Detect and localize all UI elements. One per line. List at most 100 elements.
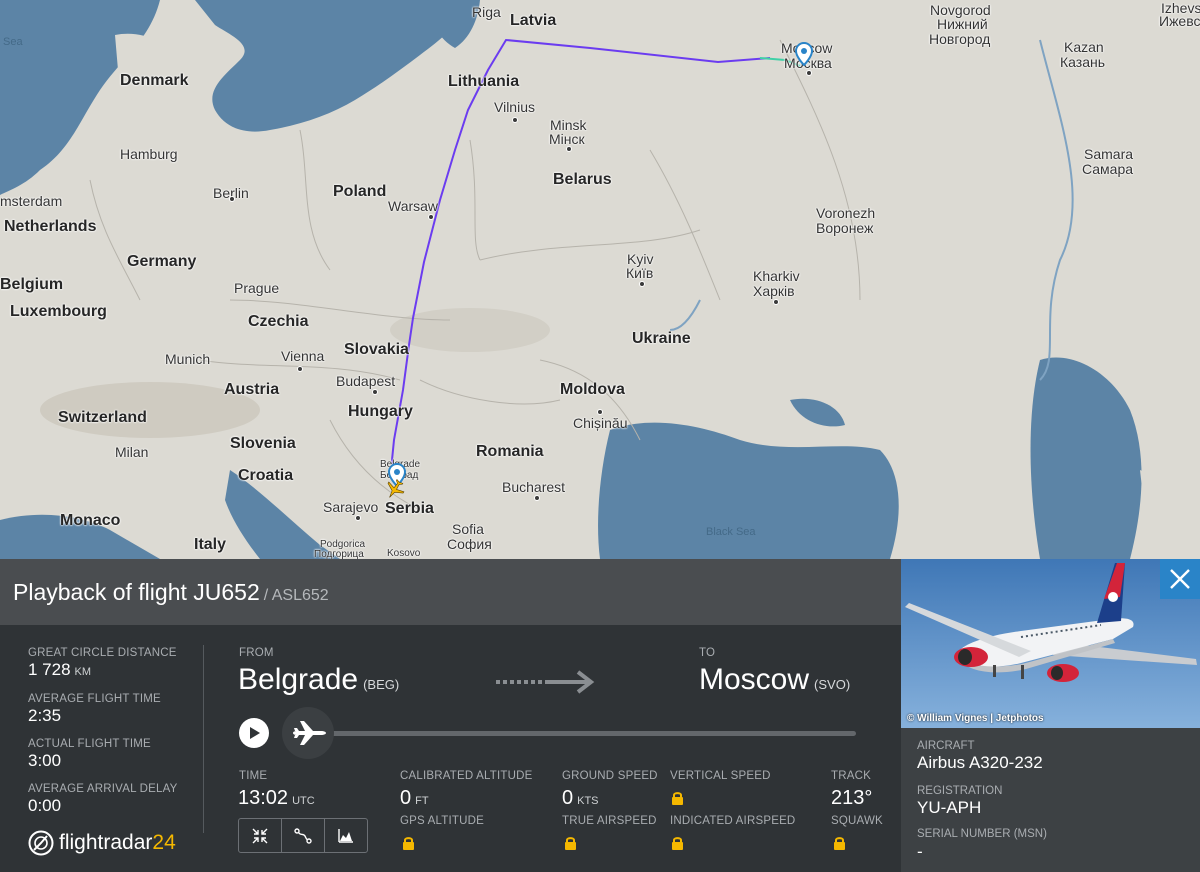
city-dot-minsk xyxy=(566,146,572,152)
avg-flight-time-label: AVERAGE FLIGHT TIME xyxy=(28,693,161,705)
label-croatia: Croatia xyxy=(238,467,294,484)
label-kharkiv-en: Kharkiv xyxy=(753,268,800,284)
label-samara-en: Samara xyxy=(1084,146,1134,162)
label-sofia-en: Sofia xyxy=(452,521,484,537)
label-poland: Poland xyxy=(333,183,387,200)
logo-main-text: flightradar xyxy=(59,831,153,854)
label-vienna: Vienna xyxy=(281,348,325,364)
label-sea: Sea xyxy=(3,36,23,48)
label-kharkiv-ru: Харків xyxy=(753,283,795,299)
route-arrow-icon xyxy=(496,670,595,694)
actual-flight-time-value: 3:00 xyxy=(28,751,62,770)
label-switzerland: Switzerland xyxy=(58,409,147,426)
flightradar24-logo-text: flightradar24 xyxy=(59,831,176,855)
flight-map[interactable]: Latvia Denmark Lithuania Belarus Poland … xyxy=(0,0,1200,559)
from-airport-code: (BEG) xyxy=(363,677,400,692)
aircraft-info-panel: © William Vignes | Jetphotos AIRCRAFT Ai… xyxy=(901,559,1200,872)
city-dot-vilnius xyxy=(512,117,518,123)
vertical-speed-label: VERTICAL SPEED xyxy=(670,770,771,782)
label-voronezh-en: Voronezh xyxy=(816,205,876,221)
arrival-delay-label: AVERAGE ARRIVAL DELAY xyxy=(28,783,178,795)
label-kosovo: Kosovo xyxy=(387,548,421,559)
time-number: 13:02 xyxy=(238,787,289,809)
photo-credit[interactable]: © William Vignes | Jetphotos xyxy=(907,713,1044,724)
calibrated-altitude-value: 0 FT xyxy=(400,787,429,810)
from-label: FROM xyxy=(239,647,274,659)
flightradar24-logo[interactable]: flightradar24 xyxy=(28,830,176,856)
label-lithuania: Lithuania xyxy=(448,73,520,90)
aircraft-photo[interactable]: © William Vignes | Jetphotos xyxy=(901,559,1200,728)
flight-title-text: Playback of flight JU652 xyxy=(13,579,260,605)
time-value: 13:02 UTC xyxy=(238,787,315,810)
squawk-lock-icon xyxy=(834,837,845,850)
label-hamburg: Hamburg xyxy=(120,146,178,162)
label-monaco: Monaco xyxy=(60,512,121,529)
panel-divider xyxy=(203,645,204,833)
focus-aircraft-button[interactable] xyxy=(239,819,282,852)
label-denmark: Denmark xyxy=(120,72,189,89)
label-podgorica-ru: Подгорица xyxy=(314,549,364,559)
playback-scrubber[interactable] xyxy=(282,707,334,759)
distance-unit: KM xyxy=(74,666,92,678)
label-romania: Romania xyxy=(476,443,544,460)
label-budapest: Budapest xyxy=(336,373,396,389)
calibrated-altitude-label: CALIBRATED ALTITUDE xyxy=(400,770,533,782)
label-belgium: Belgium xyxy=(0,276,64,293)
label-italy: Italy xyxy=(194,536,227,553)
collapse-arrows-icon xyxy=(252,828,268,843)
registration-value: YU-APH xyxy=(917,798,982,817)
label-slovakia: Slovakia xyxy=(344,341,409,358)
aircraft-photo-image xyxy=(901,559,1200,728)
label-milan: Milan xyxy=(115,444,149,460)
label-sarajevo: Sarajevo xyxy=(323,499,379,515)
city-dot-budapest xyxy=(372,389,378,395)
city-dot-moscow xyxy=(806,70,812,76)
label-warsaw: Warsaw xyxy=(388,198,439,214)
label-izhevsk-ru: Ижевс xyxy=(1159,13,1200,29)
aircraft-position-icon[interactable] xyxy=(384,478,406,500)
label-kyiv-ru: Київ xyxy=(626,265,654,281)
distance-value: 1 728 KM xyxy=(28,660,91,680)
route-path-icon xyxy=(294,827,312,844)
radar-logo-icon xyxy=(28,830,54,856)
label-hungary: Hungary xyxy=(348,403,413,420)
route-button[interactable] xyxy=(282,819,325,852)
label-minsk-ru: Мінск xyxy=(549,131,585,147)
true-airspeed-label: TRUE AIRSPEED xyxy=(562,815,657,827)
playback-timeline[interactable] xyxy=(300,731,856,736)
graph-button[interactable] xyxy=(325,819,367,852)
label-kazan-en: Kazan xyxy=(1064,39,1104,55)
ground-speed-unit: KTS xyxy=(577,795,599,807)
indicated-airspeed-lock-icon xyxy=(672,837,683,850)
track-value: 213° xyxy=(831,787,873,809)
track-label: TRACK xyxy=(831,770,871,782)
label-kazan-ru: Казань xyxy=(1060,54,1106,70)
label-samara-ru: Самара xyxy=(1082,161,1134,177)
play-icon xyxy=(250,727,260,739)
serial-number-value: - xyxy=(917,842,923,861)
label-belarus: Belarus xyxy=(553,171,612,188)
destination-marker-icon[interactable] xyxy=(795,42,813,66)
map-tools xyxy=(238,818,368,853)
squawk-label: SQUAWK xyxy=(831,815,883,827)
ground-speed-value: 0 KTS xyxy=(562,787,599,810)
logo-accent-text: 24 xyxy=(152,831,176,854)
time-label: TIME xyxy=(239,770,268,782)
label-prague: Prague xyxy=(234,280,280,296)
close-button[interactable] xyxy=(1160,559,1200,599)
time-unit: UTC xyxy=(292,795,315,807)
serial-number-label: SERIAL NUMBER (MSN) xyxy=(917,828,1047,840)
city-dot-vienna xyxy=(297,366,303,372)
flight-title: Playback of flight JU652/ ASL652 xyxy=(13,579,329,606)
label-czechia: Czechia xyxy=(248,313,309,330)
play-button[interactable] xyxy=(239,718,269,748)
aircraft-label: AIRCRAFT xyxy=(917,740,975,752)
label-amsterdam: msterdam xyxy=(0,193,63,209)
altitude-graph-icon xyxy=(338,828,353,843)
registration-label: REGISTRATION xyxy=(917,785,1003,797)
city-dot-sarajevo xyxy=(355,515,361,521)
label-germany: Germany xyxy=(127,253,197,270)
airplane-icon xyxy=(293,721,326,745)
city-dot-chisinau xyxy=(597,409,603,415)
city-dot-kharkiv xyxy=(773,299,779,305)
